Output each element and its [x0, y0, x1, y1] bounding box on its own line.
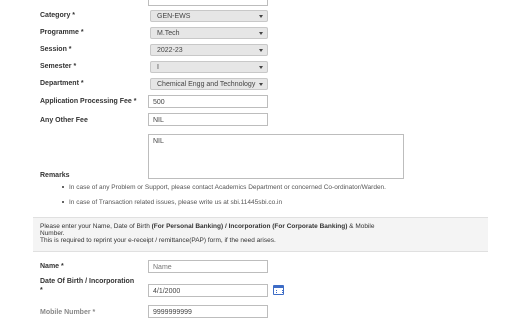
processing-fee-input[interactable]: 500 — [148, 95, 268, 108]
name-input[interactable]: Name — [148, 260, 268, 273]
remarks-value: NIL — [153, 138, 164, 145]
other-fee-label: Any Other Fee — [40, 117, 88, 124]
info-bold-text: (For Personal Banking) / Incorporation (… — [151, 223, 348, 230]
info-line-1: Please enter your Name, Date of Birth (F… — [40, 223, 374, 231]
info-line-3: This is required to reprint your e-recei… — [40, 237, 276, 244]
note-item: In case of any Problem or Support, pleas… — [62, 184, 386, 191]
calendar-icon-header — [274, 286, 283, 288]
name-label: Name * — [40, 263, 64, 270]
category-label: Category * — [40, 12, 76, 19]
note-text: In case of any Problem or Support, pleas… — [69, 184, 386, 191]
top-cut-input[interactable] — [148, 0, 268, 6]
semester-label: Semester * — [40, 63, 77, 70]
processing-fee-value: 500 — [153, 99, 165, 106]
session-label: Session * — [40, 46, 72, 53]
remarks-label: Remarks — [40, 172, 70, 179]
chevron-down-icon — [259, 83, 263, 86]
chevron-down-icon — [259, 32, 263, 35]
other-fee-input[interactable]: NIL — [148, 113, 268, 126]
bullet-icon — [62, 201, 64, 204]
department-select[interactable]: Chemical Engg and Technology — [150, 78, 268, 90]
programme-select[interactable]: M.Tech — [150, 27, 268, 39]
chevron-down-icon — [259, 49, 263, 52]
chevron-down-icon — [259, 66, 263, 69]
dob-value: 4/1/2000 — [153, 288, 181, 295]
mobile-input[interactable]: 9999999999 — [148, 305, 268, 318]
session-select[interactable]: 2022-23 — [150, 44, 268, 56]
other-fee-value: NIL — [153, 117, 164, 124]
info-text-end: & Mobile — [347, 223, 375, 230]
dob-required-mark: * — [40, 287, 43, 294]
department-value: Chemical Engg and Technology — [157, 81, 256, 88]
info-box: Please enter your Name, Date of Birth (F… — [33, 217, 488, 252]
info-text: Please enter your Name, Date of Birth — [40, 223, 152, 230]
calendar-icon[interactable] — [273, 285, 284, 295]
category-value: GEN-EWS — [157, 13, 191, 20]
mobile-value: 9999999999 — [153, 309, 192, 316]
note-item: In case of Transaction related issues, p… — [62, 199, 282, 206]
semester-value: I — [157, 64, 159, 71]
bullet-icon — [62, 186, 64, 189]
chevron-down-icon — [259, 15, 263, 18]
category-select[interactable]: GEN-EWS — [150, 10, 268, 22]
mobile-label: Mobile Number * — [40, 309, 96, 316]
dob-label: Date Of Birth / Incorporation — [40, 278, 135, 285]
remarks-textarea[interactable]: NIL — [148, 134, 404, 179]
department-label: Department * — [40, 80, 84, 87]
calendar-icon-grid — [276, 290, 283, 293]
note-text: In case of Transaction related issues, p… — [69, 199, 283, 206]
programme-label: Programme * — [40, 29, 84, 36]
name-placeholder: Name — [153, 264, 172, 271]
dob-input[interactable]: 4/1/2000 — [148, 284, 268, 297]
semester-select[interactable]: I — [150, 61, 268, 73]
programme-value: M.Tech — [157, 30, 180, 37]
session-value: 2022-23 — [157, 47, 183, 54]
processing-fee-label: Application Processing Fee * — [40, 98, 137, 105]
